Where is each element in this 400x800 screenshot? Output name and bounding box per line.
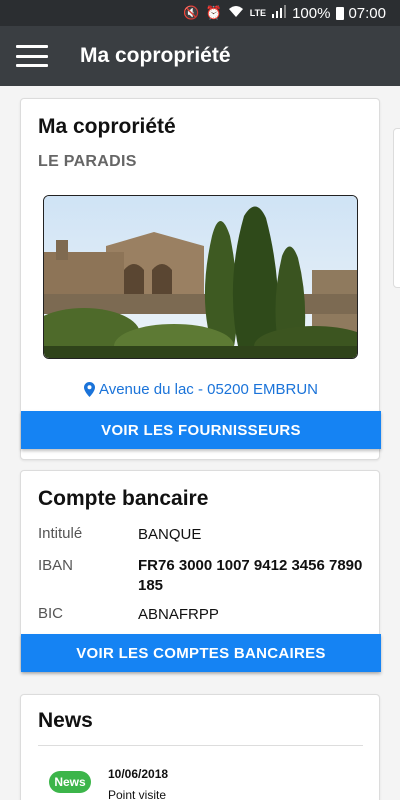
clock: 07:00 <box>348 4 386 22</box>
row-label-iban: IBAN <box>38 557 74 574</box>
row-label-bic: BIC <box>38 605 64 622</box>
view-bank-accounts-button[interactable]: VOIR LES COMPTES BANCAIRES <box>21 634 381 672</box>
row-label-intitule: Intitulé <box>38 525 83 542</box>
news-date: 10/06/2018 <box>108 767 169 781</box>
lte-label: LTE <box>249 8 267 18</box>
next-page-card-edge <box>393 128 400 288</box>
battery-icon <box>336 6 345 20</box>
address-link[interactable]: Avenue du lac - 05200 EMBRUN <box>21 381 381 398</box>
property-card-title: Ma coproriété <box>38 115 176 138</box>
menu-icon[interactable] <box>16 45 48 67</box>
location-pin-icon <box>83 382 95 397</box>
page-title: Ma copropriété <box>80 44 231 67</box>
news-card: News News 10/06/2018 Point visite <box>20 694 380 800</box>
status-bar: 🔇 ⏰ LTE 100% 07:00 <box>0 0 400 26</box>
view-suppliers-button[interactable]: VOIR LES FOURNISSEURS <box>21 411 381 449</box>
row-value-intitule: BANQUE <box>138 526 202 543</box>
news-badge: News <box>49 771 91 793</box>
bank-account-card: Compte bancaire Intitulé BANQUE IBAN FR7… <box>20 470 381 672</box>
row-value-bic: ABNAFRPP <box>138 606 219 623</box>
news-divider <box>38 745 363 746</box>
app-bar: Ma copropriété <box>0 26 400 86</box>
alarm-icon: ⏰ <box>205 5 222 20</box>
property-photo <box>43 195 358 359</box>
property-name: LE PARADIS <box>38 153 137 170</box>
battery-percent: 100% <box>292 4 331 22</box>
property-card: Ma coproriété LE PARADIS Avenue du lac -… <box>20 98 381 460</box>
row-value-iban: FR76 3000 1007 9412 3456 7890 185 <box>138 557 363 594</box>
content-scroll[interactable]: Ma coproriété LE PARADIS Avenue du lac -… <box>0 86 400 800</box>
signal-icon <box>272 5 287 21</box>
news-card-title: News <box>38 709 93 732</box>
news-item-text[interactable]: Point visite <box>108 788 166 800</box>
mute-icon: 🔇 <box>183 5 200 20</box>
address-text: Avenue du lac - 05200 EMBRUN <box>98 381 318 398</box>
wifi-icon <box>228 5 244 21</box>
bank-card-title: Compte bancaire <box>38 487 209 510</box>
